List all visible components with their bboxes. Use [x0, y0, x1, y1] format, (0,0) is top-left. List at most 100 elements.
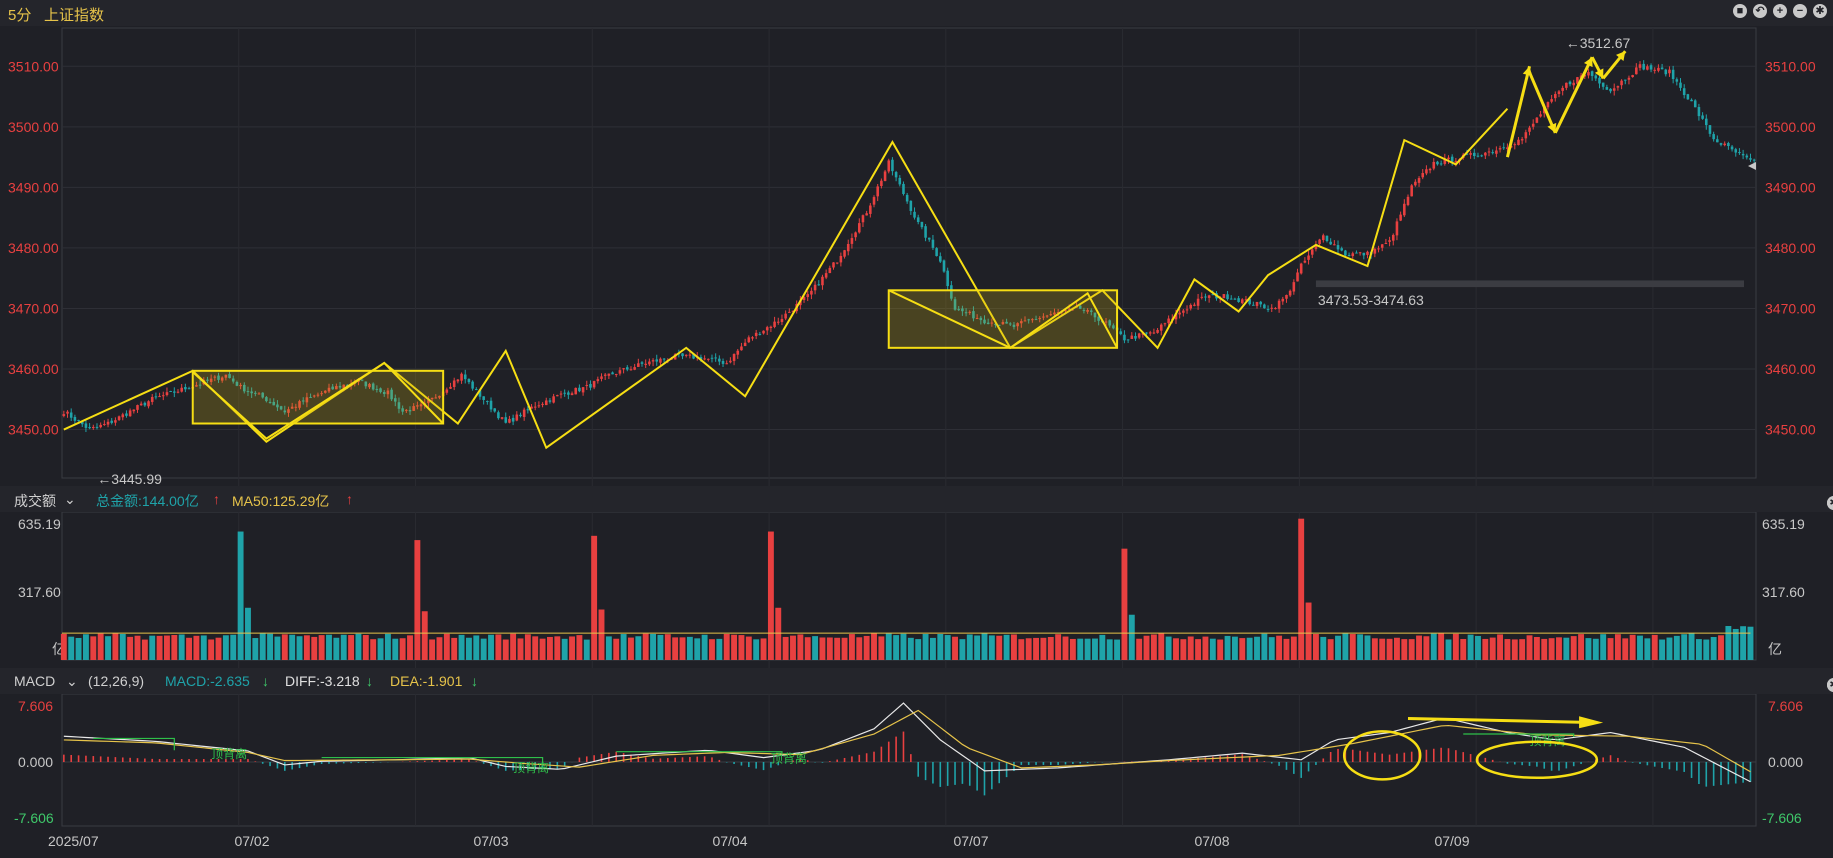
macd-histogram-bar [1035, 762, 1037, 765]
candle-body [1623, 79, 1627, 81]
candle-body [578, 387, 581, 392]
candle-body [475, 389, 478, 391]
volume-bar [326, 634, 332, 660]
volume-bar [1349, 634, 1356, 660]
macd-diff-line [63, 702, 1751, 783]
volume-bar [1703, 639, 1710, 660]
volume-bar [848, 634, 855, 660]
volume-bar [414, 540, 421, 660]
candle-body [633, 367, 636, 370]
candle-body [876, 186, 879, 197]
volume-bar [1688, 633, 1695, 660]
macd-histogram-bar [843, 757, 846, 762]
candle-body [614, 374, 618, 376]
macd-histogram-bar [1646, 762, 1649, 766]
candle-body [1259, 301, 1262, 305]
candle-body [467, 379, 471, 383]
macd-histogram-bar [1565, 762, 1568, 769]
candle-body [125, 413, 128, 416]
candle-body [581, 387, 585, 393]
price-axis-label-left: 3510.00 [8, 58, 59, 74]
macd-histogram-bar [1064, 762, 1067, 765]
candle-body [1182, 310, 1185, 313]
candle-body [725, 363, 728, 365]
candle-body [1682, 88, 1686, 96]
volume-bar [178, 634, 185, 660]
candle-body [854, 232, 857, 238]
chevron-down-icon[interactable]: ⌄ [66, 673, 78, 690]
candle-body [688, 354, 692, 356]
volume-bar [1379, 638, 1386, 660]
volume-axis-max-right: 635.19 [1762, 516, 1805, 532]
candle-body [1303, 260, 1307, 263]
candle-body [824, 273, 828, 278]
volume-bar [208, 639, 215, 660]
candle-body [1730, 146, 1734, 150]
volume-indicator-name[interactable]: 成交额 [14, 491, 56, 511]
candle-body [857, 223, 861, 233]
candle-body [865, 213, 868, 216]
macd-histogram-bar [357, 762, 360, 763]
candle-body [773, 321, 776, 327]
volume-bar [1202, 636, 1209, 660]
chevron-down-icon[interactable]: ⌄ [64, 491, 76, 508]
candle-body [1565, 82, 1568, 88]
volume-bar [1548, 638, 1555, 660]
macd-histogram-bar [1381, 753, 1384, 762]
candle-body [1344, 250, 1347, 256]
candle-body [1642, 63, 1645, 70]
macd-histogram-bar [1668, 762, 1671, 770]
candle-body [1395, 221, 1399, 236]
candle-body [817, 284, 821, 286]
macd-histogram-bar [1617, 757, 1619, 762]
price-axis-label-left: 3480.00 [8, 240, 59, 256]
volume-bar [517, 638, 524, 660]
macd-axis-zero-right: 0.000 [1768, 754, 1803, 770]
main-chart[interactable]: 3510.00 3510.00 3500.00 3500.00 3490.00 3490.… [0, 0, 1833, 858]
candle-body [1237, 298, 1240, 302]
candle-body [1524, 132, 1528, 139]
macd-histogram-bar [1580, 762, 1582, 765]
x-axis-label: 07/08 [1194, 833, 1229, 849]
candle-body [463, 374, 467, 380]
candle-body [567, 392, 570, 395]
candle-body [548, 400, 552, 402]
volume-bar [1114, 639, 1121, 660]
volume-bar [1143, 635, 1150, 660]
volume-bar [1556, 637, 1562, 660]
candle-body [84, 423, 88, 428]
volume-bar [952, 636, 958, 660]
candle-body [1137, 333, 1141, 338]
candle-body [1432, 161, 1436, 169]
price-axis-label-right: 3470.00 [1765, 300, 1816, 316]
macd-histogram-bar [1639, 762, 1641, 764]
candle-body [121, 414, 125, 418]
gear-icon[interactable]: ✱ [1827, 678, 1833, 692]
candle-body [850, 238, 854, 244]
candle-body [1484, 152, 1487, 156]
candle-body [184, 387, 187, 390]
candle-body [644, 363, 647, 365]
macd-indicator-name[interactable]: MACD [14, 673, 55, 689]
gear-icon[interactable]: ✱ [1827, 496, 1833, 510]
macd-histogram-bar [1698, 762, 1700, 785]
volume-bar [871, 633, 877, 660]
volume-bar [480, 638, 487, 660]
candle-body [618, 370, 622, 374]
candle-body [718, 358, 721, 362]
candle-body [471, 381, 474, 389]
divergence-label: 顶背离 [1530, 733, 1566, 748]
macd-histogram-bar [1447, 748, 1450, 762]
volume-bar [97, 633, 104, 660]
macd-axis-min-left: -7.606 [14, 810, 54, 826]
macd-histogram-bar [1491, 759, 1494, 762]
volume-bar [1614, 634, 1621, 660]
volume-bar [1298, 518, 1305, 660]
dea-value: DEA:-1.901 [390, 673, 463, 689]
volume-bar [1136, 638, 1143, 660]
candle-body [1605, 87, 1609, 90]
volume-bar [429, 639, 436, 660]
volume-bar [443, 633, 450, 660]
macd-histogram-bar [261, 762, 264, 764]
candle-body [1307, 255, 1310, 260]
